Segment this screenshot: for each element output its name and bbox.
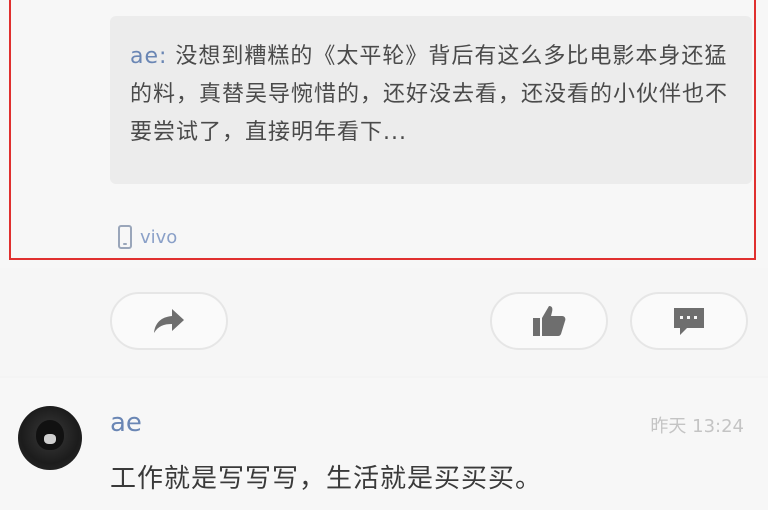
- comment-username[interactable]: ae: [110, 408, 142, 438]
- share-button[interactable]: [110, 292, 228, 350]
- comment-button[interactable]: [630, 292, 748, 350]
- comment-timestamp: 昨天 13:24: [650, 416, 744, 437]
- highlight-border: [9, 0, 756, 260]
- thumbs-up-icon: [533, 306, 566, 336]
- share-icon: [154, 309, 184, 333]
- like-button[interactable]: [490, 292, 608, 350]
- avatar[interactable]: [18, 406, 82, 470]
- comment-icon: [674, 308, 704, 335]
- action-bar: [0, 268, 768, 376]
- comment-text: 工作就是写写写，生活就是买买买。: [110, 464, 543, 494]
- quoted-post-card: ae: 没想到糟糕的《太平轮》背后有这么多比电影本身还猛的料，真替吴导惋惜的，还…: [0, 0, 768, 268]
- comment-item: ae 昨天 13:24 工作就是写写写，生活就是买买买。: [0, 378, 768, 510]
